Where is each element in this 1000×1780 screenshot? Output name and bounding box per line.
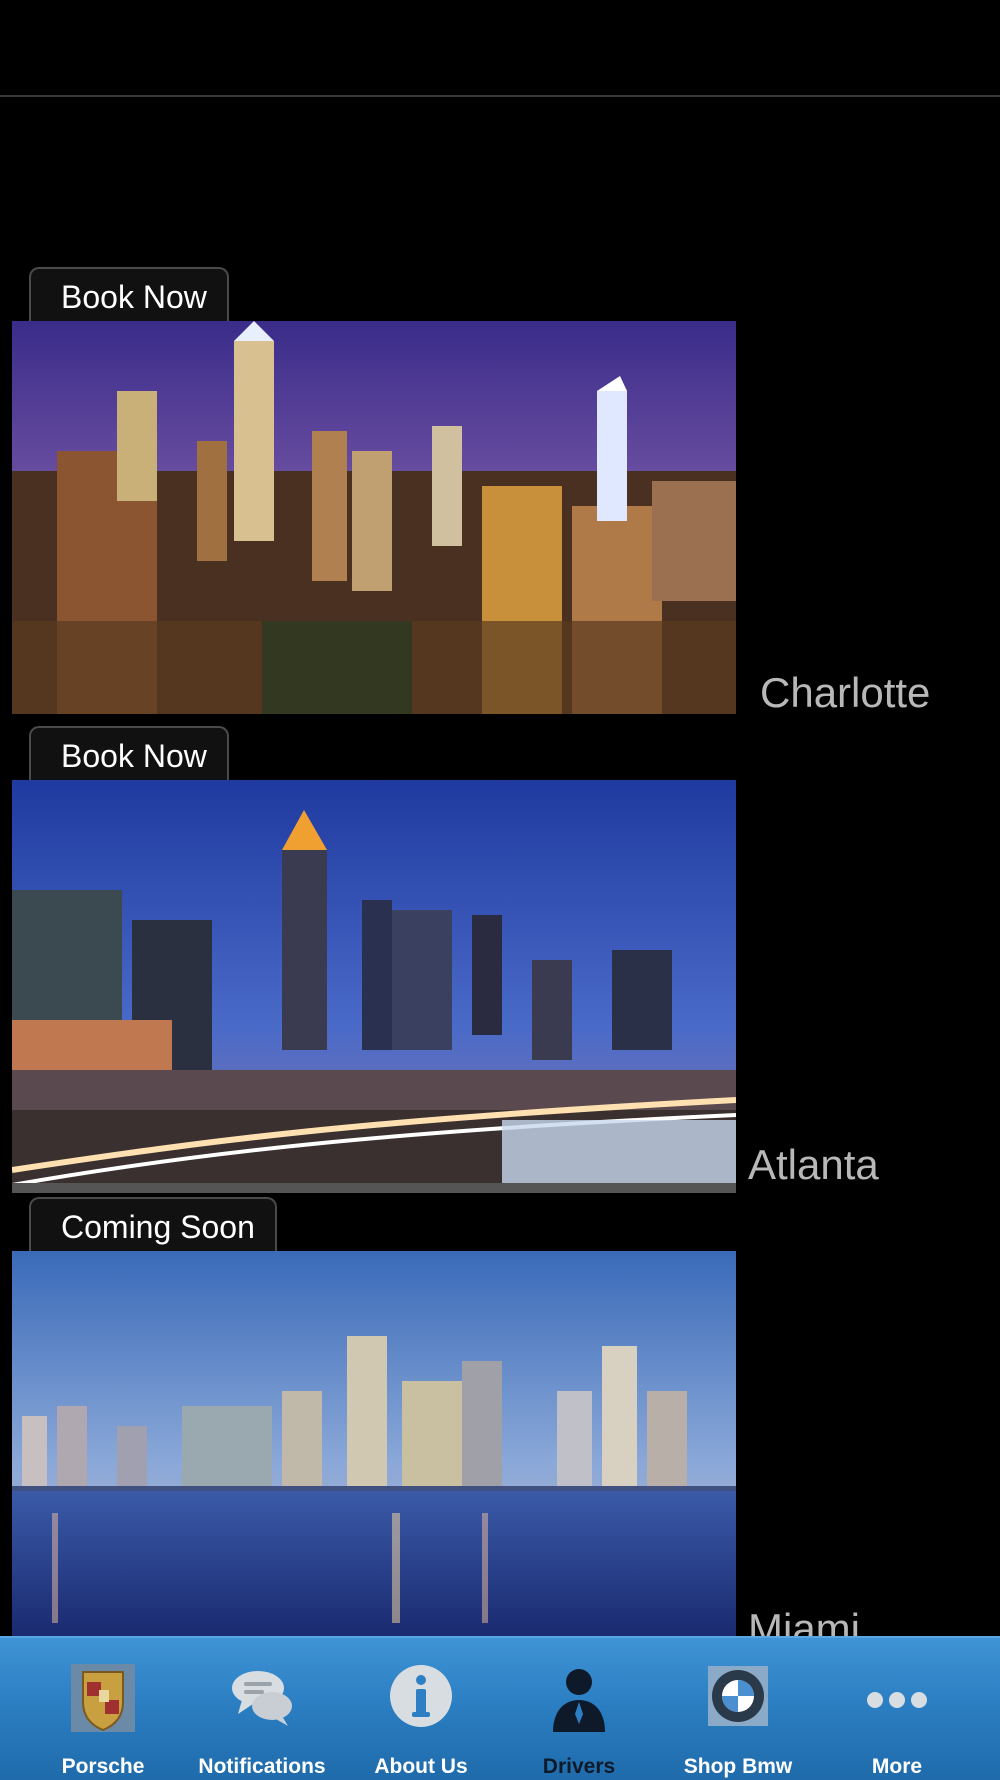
tab-label-porsche: Porsche xyxy=(61,1755,145,1778)
city-label-charlotte: Charlotte xyxy=(760,669,931,716)
city-label-atlanta: Atlanta xyxy=(748,1141,879,1188)
tab-label-more: More xyxy=(871,1755,923,1778)
charlotte-skyline-image[interactable] xyxy=(12,321,736,714)
tab-label-about-us: About Us xyxy=(374,1755,468,1778)
tab-label-notifications: Notifications xyxy=(198,1755,326,1778)
miami-skyline-image[interactable] xyxy=(12,1251,736,1636)
book-now-button-charlotte[interactable]: Book Now xyxy=(29,267,229,323)
tab-notifications[interactable]: Notifications xyxy=(182,1638,342,1780)
city-list[interactable]: Book Now Charlotte Book Now Atlanta Comi… xyxy=(0,97,1000,1636)
tab-label-shop-bmw: Shop Bmw xyxy=(683,1755,793,1778)
tab-more[interactable]: More xyxy=(817,1638,977,1780)
info-icon xyxy=(387,1662,455,1734)
atlanta-skyline-image[interactable] xyxy=(12,780,736,1193)
chat-bubbles-icon xyxy=(228,1662,296,1734)
coming-soon-button-miami[interactable]: Coming Soon xyxy=(29,1197,277,1253)
top-bar xyxy=(0,0,1000,97)
city-label-miami: Miami xyxy=(748,1605,860,1636)
book-now-button-atlanta[interactable]: Book Now xyxy=(29,726,229,782)
person-icon xyxy=(545,1662,613,1734)
tab-about-us[interactable]: About Us xyxy=(341,1638,501,1780)
tab-label-drivers: Drivers xyxy=(542,1755,616,1778)
tab-drivers[interactable]: Drivers xyxy=(499,1638,659,1780)
bottom-tab-bar: Porsche Notifications About Us Drivers S… xyxy=(0,1636,1000,1780)
tab-shop-bmw[interactable]: Shop Bmw xyxy=(658,1638,818,1780)
bmw-logo-icon xyxy=(704,1662,772,1734)
porsche-crest-icon xyxy=(69,1662,137,1734)
tab-porsche[interactable]: Porsche xyxy=(23,1638,183,1780)
more-dots-icon xyxy=(863,1662,931,1734)
